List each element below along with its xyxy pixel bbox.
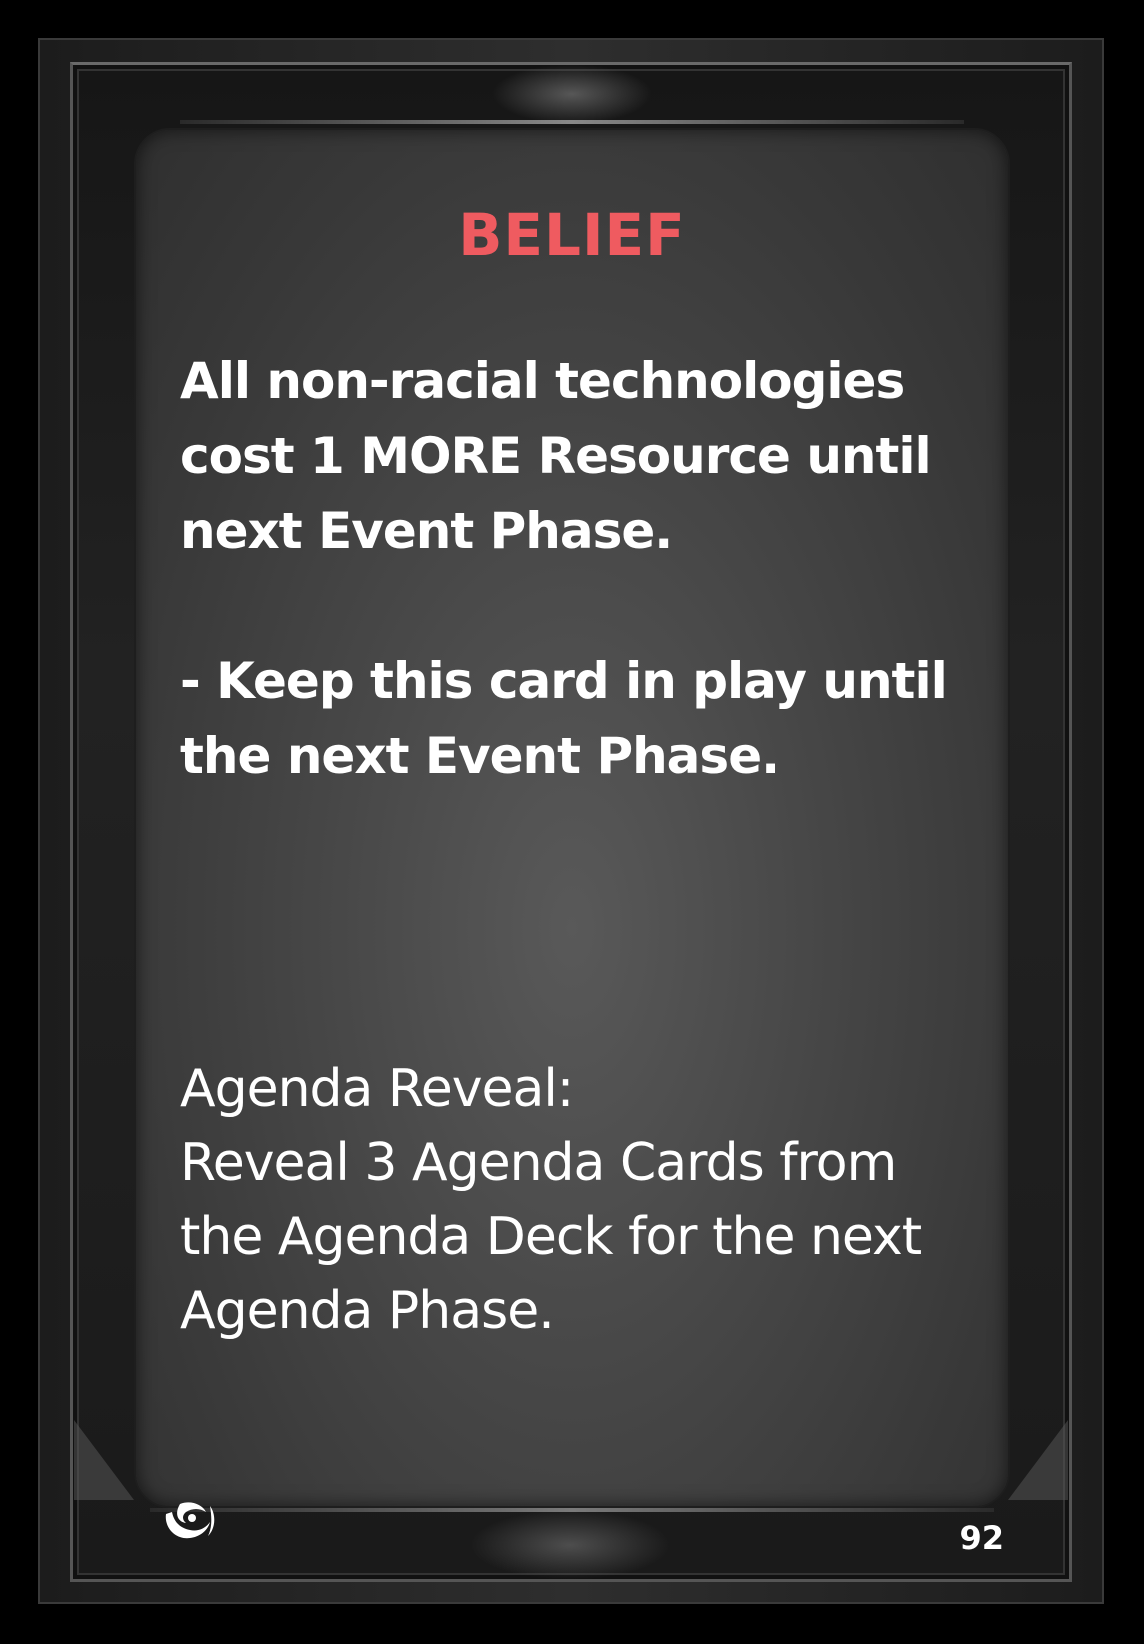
effect-line: All non-racial technologies (180, 352, 905, 410)
agenda-reveal-line: Reveal 3 Agenda Cards from (180, 1133, 897, 1193)
top-frame-glow (492, 64, 652, 124)
left-corner-bevel (74, 1420, 134, 1500)
agenda-reveal-line: Agenda Phase. (180, 1281, 555, 1341)
top-frame-rail (180, 120, 964, 124)
effect-line: cost 1 MORE Resource until (180, 427, 932, 485)
agenda-reveal-text: Agenda Reveal: Reveal 3 Agenda Cards fro… (180, 1052, 960, 1348)
card-effect-text: All non-racial technologies cost 1 MORE … (180, 344, 960, 794)
agenda-reveal-heading: Agenda Reveal: (180, 1059, 574, 1119)
right-corner-bevel (1008, 1420, 1068, 1500)
bottom-frame-rail (150, 1508, 994, 1512)
keep-in-play-line: the next Event Phase. (180, 727, 780, 785)
effect-line: next Event Phase. (180, 502, 673, 560)
keep-in-play-line: - Keep this card in play until (180, 652, 948, 710)
agenda-reveal-line: the Agenda Deck for the next (180, 1207, 922, 1267)
card-number: 92 (959, 1519, 1004, 1557)
bottom-frame-glow (470, 1510, 670, 1580)
card-title: BELIEF (458, 201, 686, 269)
swirl-logo-icon (160, 1496, 218, 1546)
